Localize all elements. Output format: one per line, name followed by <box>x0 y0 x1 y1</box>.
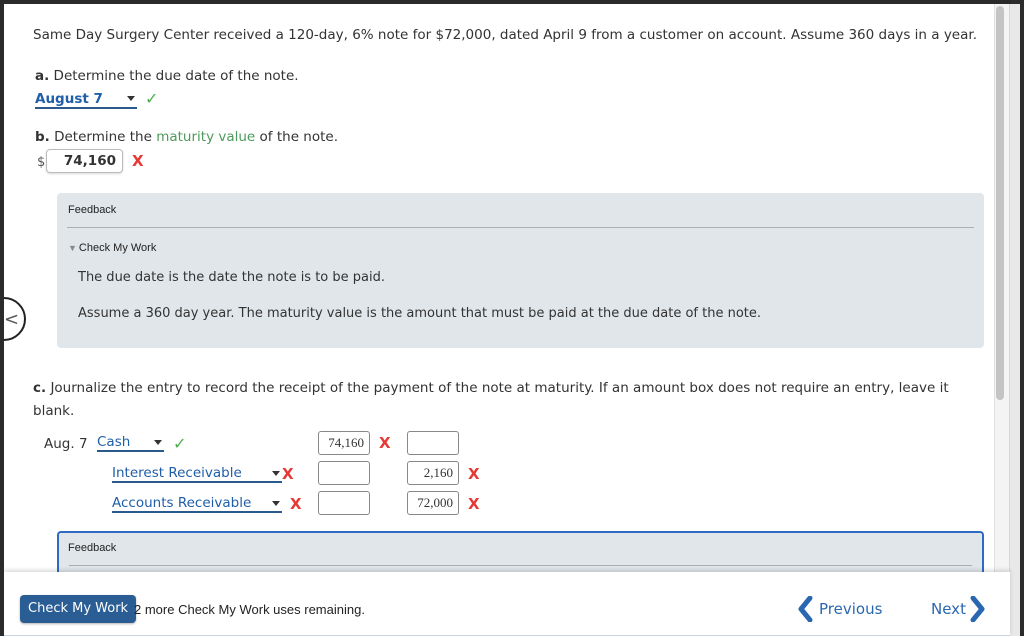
part-a-prompt: a. Determine the due date of the note. <box>35 68 299 84</box>
maturity-value-term-link[interactable]: maturity value <box>156 129 255 145</box>
previous-button[interactable]: Previous <box>797 592 882 626</box>
footer-bar: Check My Work 2 more Check My Work uses … <box>4 572 1010 636</box>
feedback-title: Feedback <box>68 204 117 216</box>
journal-account-select[interactable]: Interest Receivable <box>112 465 282 483</box>
check-my-work-button[interactable]: Check My Work <box>20 595 137 623</box>
correct-check-icon: ✓ <box>173 434 187 453</box>
incorrect-x-icon: X <box>132 152 144 170</box>
check-my-work-toggle[interactable]: ▼ Check My Work <box>68 242 156 254</box>
credit-amount-input[interactable] <box>407 431 459 455</box>
dropdown-caret-icon <box>272 470 280 476</box>
journal-account-select[interactable]: Cash <box>97 434 164 452</box>
currency-symbol: $ <box>37 155 46 170</box>
debit-amount-input[interactable] <box>318 461 370 485</box>
remaining-uses-text: 2 more Check My Work uses remaining. <box>134 602 365 617</box>
credit-amount-input[interactable]: 2,160 <box>407 461 459 485</box>
next-label: Next <box>931 600 966 618</box>
incorrect-x-icon: X <box>290 495 302 513</box>
incorrect-x-icon: X <box>379 434 391 452</box>
part-a-text: Determine the due date of the note. <box>53 68 299 84</box>
feedback-divider <box>69 565 972 566</box>
feedback-line: The due date is the date the note is to … <box>78 270 385 285</box>
correct-check-icon: ✓ <box>145 89 159 108</box>
part-b-prompt: b. Determine the maturity value of the n… <box>35 129 338 145</box>
collapse-triangle-icon: ▼ <box>68 243 77 253</box>
due-date-select[interactable]: August 7 <box>35 90 137 109</box>
account-value: Interest Receivable <box>112 465 242 481</box>
chevron-left-icon: < <box>4 309 20 330</box>
chevron-left-icon <box>797 596 813 622</box>
maturity-value-input[interactable]: 74,160 <box>46 149 123 173</box>
dropdown-caret-icon <box>272 500 280 506</box>
part-b-letter: b. <box>35 129 50 145</box>
question-content: Same Day Surgery Center received a 120-d… <box>4 4 994 636</box>
outer-scrollbar <box>1009 4 1020 636</box>
feedback-title: Feedback <box>68 542 117 554</box>
part-c-letter: c. <box>33 380 47 396</box>
check-my-work-label: Check My Work <box>78 242 157 254</box>
next-button[interactable]: Next <box>931 592 986 626</box>
debit-amount-input[interactable]: 74,160 <box>318 431 370 455</box>
feedback-line: Assume a 360 day year. The maturity valu… <box>78 306 762 321</box>
part-b-text-before: Determine the <box>54 129 157 145</box>
scrollbar-thumb[interactable] <box>996 6 1004 400</box>
side-collapse-button[interactable]: < <box>4 297 26 341</box>
debit-amount-input[interactable] <box>318 491 370 515</box>
credit-amount-input[interactable]: 72,000 <box>407 491 459 515</box>
part-c-prompt: c. Journalize the entry to record the re… <box>33 377 963 423</box>
incorrect-x-icon: X <box>468 495 480 513</box>
incorrect-x-icon: X <box>282 465 294 483</box>
journal-account-select[interactable]: Accounts Receivable <box>112 495 282 513</box>
journal-date: Aug. 7 <box>44 436 88 452</box>
dropdown-caret-icon <box>154 439 162 445</box>
part-c-text: Journalize the entry to record the recei… <box>33 380 949 419</box>
due-date-value: August 7 <box>35 90 103 107</box>
previous-label: Previous <box>819 600 883 618</box>
part-a-letter: a. <box>35 68 50 84</box>
account-value: Cash <box>97 434 131 450</box>
incorrect-x-icon: X <box>468 465 480 483</box>
feedback-divider <box>67 227 974 228</box>
assignment-frame: Same Day Surgery Center received a 120-d… <box>4 4 1020 636</box>
dropdown-caret-icon <box>127 96 135 101</box>
problem-statement: Same Day Surgery Center received a 120-d… <box>33 27 977 43</box>
chevron-right-icon <box>970 596 986 622</box>
feedback-panel: Feedback ▼ Check My Work The due date is … <box>57 193 984 348</box>
account-value: Accounts Receivable <box>112 495 252 511</box>
part-b-text-after: of the note. <box>255 129 338 145</box>
